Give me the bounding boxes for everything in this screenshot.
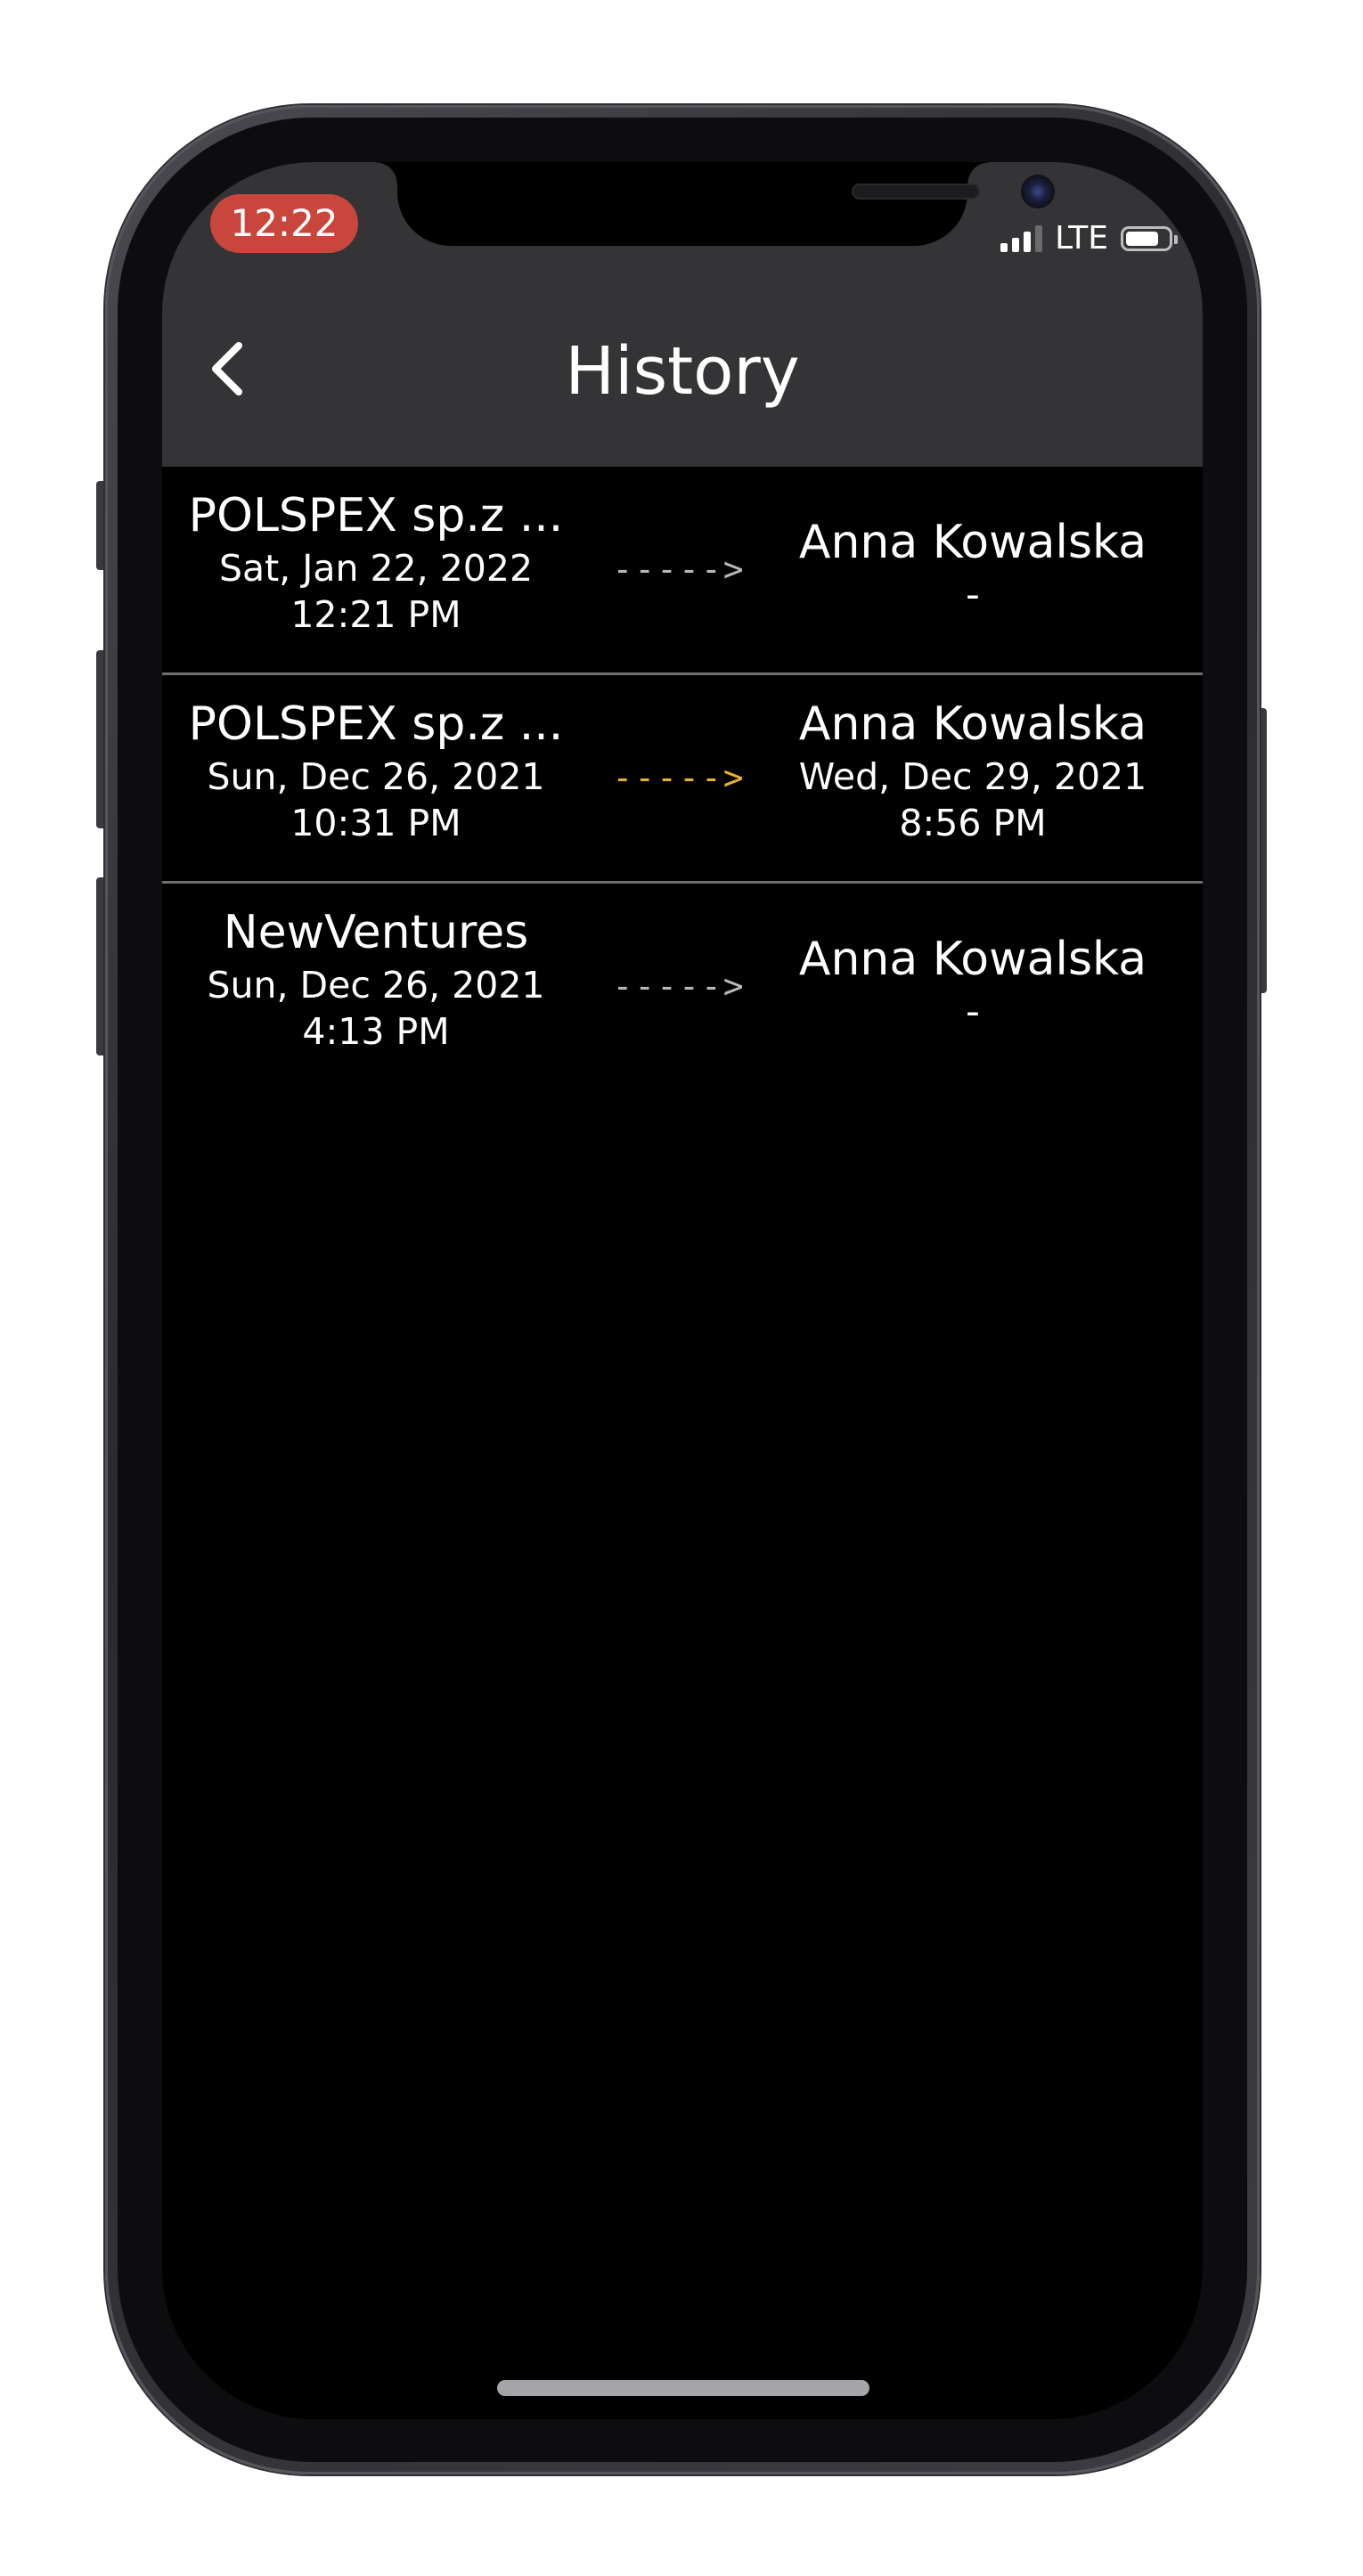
history-row[interactable]: POLSPEX sp.z ... Sun, Dec 26, 2021 10:31… xyxy=(162,675,1203,884)
transfer-arrow-icon: -----> xyxy=(612,966,746,1006)
from-date: Sat, Jan 22, 2022 xyxy=(218,547,534,590)
transfer-to: Anna Kowalska Wed, Dec 29, 2021 8:56 PM xyxy=(768,695,1178,846)
from-date: Sun, Dec 26, 2021 xyxy=(207,755,545,798)
transfer-arrow-icon: -----> xyxy=(612,758,746,797)
home-indicator[interactable] xyxy=(497,2380,869,2396)
to-name: Anna Kowalska xyxy=(798,933,1147,986)
history-row[interactable]: POLSPEX sp.z ... Sat, Jan 22, 2022 12:21… xyxy=(162,467,1203,675)
front-camera-icon xyxy=(1021,175,1055,208)
status-time-badge[interactable]: 12:22 xyxy=(210,194,358,253)
transfer-from: POLSPEX sp.z ... Sat, Jan 22, 2022 12:21… xyxy=(171,486,581,638)
to-time: 8:56 PM xyxy=(899,802,1047,844)
from-time: 10:31 PM xyxy=(290,802,461,844)
page-title: History xyxy=(565,333,800,410)
device-mockup: 12:22 LTE History POLSPEX sp.z ... Sat, … xyxy=(0,0,1363,2576)
history-row[interactable]: NewVentures Sun, Dec 26, 2021 4:13 PM --… xyxy=(162,884,1203,1092)
transfer-to: Anna Kowalska - xyxy=(768,513,1178,618)
transfer-from: NewVentures Sun, Dec 26, 2021 4:13 PM xyxy=(171,903,581,1055)
battery-icon xyxy=(1121,226,1178,251)
app-screen: 12:22 LTE History POLSPEX sp.z ... Sat, … xyxy=(162,162,1203,2419)
from-date: Sun, Dec 26, 2021 xyxy=(207,964,545,1007)
notch xyxy=(376,162,1055,246)
to-date: Wed, Dec 29, 2021 xyxy=(798,755,1147,798)
transfer-to: Anna Kowalska - xyxy=(768,930,1178,1035)
from-time: 4:13 PM xyxy=(302,1010,450,1053)
from-name: POLSPEX sp.z ... xyxy=(188,697,564,751)
earpiece-speaker xyxy=(852,183,980,200)
transfer-from: POLSPEX sp.z ... Sun, Dec 26, 2021 10:31… xyxy=(171,695,581,846)
to-name: Anna Kowalska xyxy=(798,697,1147,751)
to-name: Anna Kowalska xyxy=(798,516,1147,569)
from-name: POLSPEX sp.z ... xyxy=(188,489,564,542)
network-type: LTE xyxy=(1055,220,1108,257)
to-date-empty: - xyxy=(966,989,980,1034)
from-name: NewVentures xyxy=(223,906,529,959)
transfer-arrow-icon: -----> xyxy=(612,550,746,589)
from-time: 12:21 PM xyxy=(290,593,461,636)
to-date-empty: - xyxy=(966,572,980,617)
status-indicators: LTE xyxy=(1000,220,1178,257)
history-list: POLSPEX sp.z ... Sat, Jan 22, 2022 12:21… xyxy=(162,467,1203,1092)
cellular-signal-icon xyxy=(1000,225,1043,252)
